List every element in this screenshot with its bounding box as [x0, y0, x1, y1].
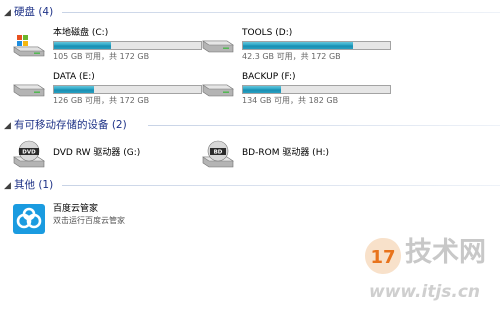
bd-drive-tile[interactable]: BD BD-ROM 驱动器 (H:)	[201, 137, 391, 179]
baidu-cloud-icon	[13, 204, 45, 234]
group-title: 有可移动存储的设备 (2)	[14, 119, 127, 131]
disc-label: DVD	[22, 150, 36, 156]
usage-fill	[54, 86, 94, 93]
usage-bar	[242, 85, 391, 94]
drive-name: DATA (E:)	[53, 72, 95, 82]
bd-drive-icon: BD	[202, 140, 234, 168]
watermark: 17 技术网 www.itjs.cn	[363, 236, 500, 311]
app-subtitle: 双击运行百度云管家	[53, 216, 125, 225]
drive-name: TOOLS (D:)	[242, 28, 293, 38]
usage-fill	[54, 42, 112, 49]
drive-c-tile[interactable]: 本地磁盘 (C:) 105 GB 可用，共 172 GB	[12, 27, 202, 69]
collapse-chevron-icon[interactable]: ◢	[3, 179, 12, 193]
app-name: 百度云管家	[53, 204, 99, 214]
drive-e-tile[interactable]: DATA (E:) 126 GB 可用，共 172 GB	[12, 71, 202, 113]
usage-fill	[243, 42, 354, 49]
drive-f-tile[interactable]: BACKUP (F:) 134 GB 可用，共 182 GB	[201, 71, 391, 113]
usage-bar	[53, 41, 202, 50]
windows-drive-icon	[13, 35, 45, 57]
usage-bar	[53, 85, 202, 94]
drive-name: BACKUP (F:)	[242, 72, 296, 82]
group-header-hard-disks[interactable]: ◢ 硬盘 (4)	[0, 5, 500, 21]
collapse-chevron-icon[interactable]: ◢	[3, 6, 12, 20]
baidu-cloud-item[interactable]: 百度云管家 双击运行百度云管家	[12, 203, 212, 245]
group-divider	[62, 185, 500, 186]
drive-name: DVD RW 驱动器 (G:)	[53, 148, 141, 158]
watermark-brand: 技术网	[405, 237, 486, 268]
drive-d-tile[interactable]: TOOLS (D:) 42.3 GB 可用，共 172 GB	[201, 27, 391, 69]
watermark-logo-icon: 17	[365, 238, 401, 274]
drive-space: 105 GB 可用，共 172 GB	[53, 52, 150, 61]
usage-bar	[242, 41, 391, 50]
hard-drive-icon	[13, 84, 45, 97]
collapse-chevron-icon[interactable]: ◢	[3, 119, 12, 133]
dvd-drive-tile[interactable]: DVD DVD RW 驱动器 (G:)	[12, 137, 202, 179]
group-title: 硬盘 (4)	[14, 6, 54, 18]
group-title: 其他 (1)	[14, 179, 54, 191]
dvd-drive-icon: DVD	[13, 140, 45, 168]
usage-fill	[243, 86, 282, 93]
group-divider	[62, 12, 500, 13]
drive-space: 126 GB 可用，共 172 GB	[53, 96, 150, 105]
hard-drive-icon	[202, 40, 234, 53]
drive-name: BD-ROM 驱动器 (H:)	[242, 148, 329, 158]
group-header-removable[interactable]: ◢ 有可移动存储的设备 (2)	[0, 118, 500, 134]
disc-label: BD	[214, 150, 223, 156]
watermark-url: www.itjs.cn	[369, 282, 481, 302]
watermark-logo-text: 17	[370, 247, 395, 268]
hard-drive-icon	[202, 84, 234, 97]
group-header-other[interactable]: ◢ 其他 (1)	[0, 178, 500, 194]
drive-space: 134 GB 可用，共 182 GB	[242, 96, 339, 105]
group-divider	[148, 125, 500, 126]
drive-name: 本地磁盘 (C:)	[53, 28, 109, 38]
drive-space: 42.3 GB 可用，共 172 GB	[242, 52, 341, 61]
